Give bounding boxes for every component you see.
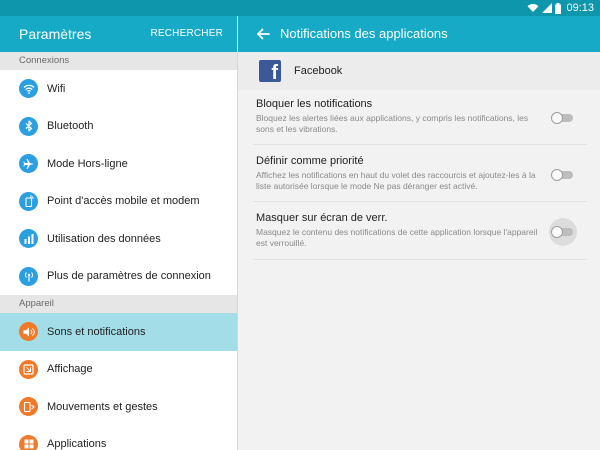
section-header-appareil: Appareil [0, 295, 237, 313]
settings-item-label: Wifi [47, 82, 66, 95]
settings-item-airplane-mode[interactable]: Mode Hors-ligne [0, 145, 237, 183]
set-priority-toggle[interactable] [551, 169, 573, 181]
back-arrow-icon[interactable] [254, 25, 272, 43]
status-time: 09:13 [566, 2, 594, 14]
settings-item-label: Mouvements et gestes [47, 400, 158, 413]
settings-item-label: Plus de paramètres de connexion [47, 270, 211, 283]
setting-title: Masquer sur écran de verr. [256, 212, 388, 224]
bluetooth-icon [19, 116, 38, 136]
setting-title: Bloquer les notifications [256, 98, 373, 110]
settings-item-wifi[interactable]: Wifi [0, 70, 237, 108]
setting-hide-on-lock-screen[interactable]: Masquer sur écran de verr. Masquez le co… [253, 212, 587, 260]
settings-header: Paramètres RECHERCHER [0, 16, 237, 52]
data-usage-icon [19, 229, 38, 249]
settings-item-applications[interactable]: Applications [0, 426, 237, 450]
app-notifications-header: Notifications des applications [238, 16, 600, 52]
sound-icon [19, 322, 38, 342]
setting-set-priority[interactable]: Définir comme priorité Affichez les noti… [253, 155, 587, 202]
settings-item-label: Point d'accès mobile et modem [47, 195, 200, 208]
settings-item-label: Utilisation des données [47, 232, 161, 245]
settings-title: Paramètres [19, 26, 92, 42]
app-name: Facebook [294, 65, 343, 77]
settings-item-more-connection[interactable]: Plus de paramètres de connexion [0, 258, 237, 296]
setting-description: Bloquez les alertes liées aux applicatio… [256, 113, 529, 134]
toggle-knob [551, 112, 563, 124]
block-notifications-toggle[interactable] [551, 112, 573, 124]
setting-description: Affichez les notifications en haut du vo… [256, 170, 536, 191]
status-bar: 09:13 [0, 0, 600, 16]
section-header-connexions: Connexions [0, 52, 237, 70]
settings-item-sounds-notifications[interactable]: Sons et notifications [0, 313, 237, 351]
settings-item-hotspot[interactable]: Point d'accès mobile et modem [0, 183, 237, 221]
pane-divider [237, 52, 238, 450]
hide-on-lock-screen-toggle[interactable] [551, 226, 573, 238]
motion-icon [19, 397, 38, 417]
search-button[interactable]: RECHERCHER [150, 28, 223, 39]
settings-item-label: Affichage [47, 363, 93, 376]
settings-item-display[interactable]: Affichage [0, 351, 237, 389]
settings-item-label: Applications [47, 438, 107, 450]
settings-item-label: Mode Hors-ligne [47, 157, 128, 170]
facebook-icon: f [259, 60, 281, 82]
setting-description: Masquez le contenu des notifications de … [256, 227, 538, 248]
wifi-icon [19, 79, 38, 99]
apps-icon [19, 434, 38, 450]
settings-item-label: Sons et notifications [47, 325, 146, 338]
airplane-icon [19, 154, 38, 174]
more-connection-icon [19, 266, 38, 286]
settings-item-label: Bluetooth [47, 120, 94, 133]
status-icons: 09:13 [527, 0, 594, 16]
hotspot-icon [19, 191, 38, 211]
settings-item-data-usage[interactable]: Utilisation des données [0, 220, 237, 258]
app-info-row: f Facebook [238, 52, 600, 90]
wifi-signal-icon [527, 4, 539, 12]
battery-icon [555, 2, 562, 14]
toggle-knob [551, 169, 563, 181]
setting-block-notifications[interactable]: Bloquer les notifications Bloquez les al… [253, 98, 587, 145]
setting-title: Définir comme priorité [256, 155, 364, 167]
settings-list: Connexions Wifi Bluetooth Mode Hors-lign… [0, 52, 237, 450]
settings-item-bluetooth[interactable]: Bluetooth [0, 108, 237, 146]
toggle-knob [551, 226, 563, 238]
page-title: Notifications des applications [280, 26, 448, 41]
cell-signal-icon [542, 3, 553, 13]
display-icon [19, 359, 38, 379]
settings-item-motions-gestures[interactable]: Mouvements et gestes [0, 388, 237, 426]
